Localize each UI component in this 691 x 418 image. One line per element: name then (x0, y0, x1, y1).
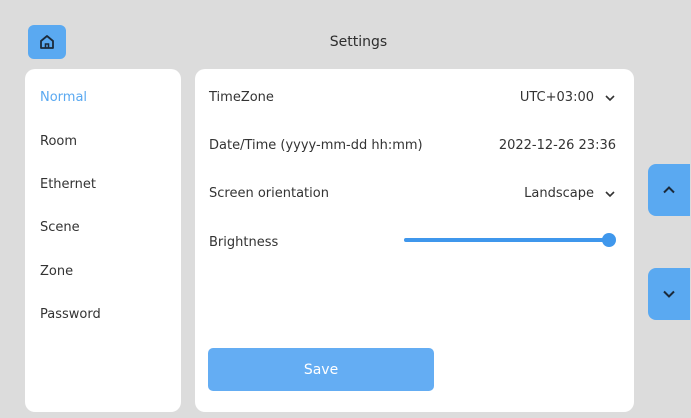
sidebar-item-ethernet[interactable]: Ethernet (40, 177, 96, 193)
brightness-slider[interactable] (404, 233, 616, 247)
timezone-value: UTC+03:00 (519, 90, 594, 105)
orientation-label: Screen orientation (209, 186, 329, 201)
orientation-select[interactable]: Landscape (524, 186, 616, 202)
scroll-up-button[interactable] (648, 164, 690, 216)
sidebar-item-room[interactable]: Room (40, 134, 77, 150)
timezone-select[interactable]: UTC+03:00 (520, 90, 616, 106)
page-title: Settings (329, 34, 388, 50)
datetime-field[interactable]: 2022-12-26 23:36 (499, 138, 616, 154)
scroll-down-button[interactable] (648, 268, 690, 320)
chevron-up-icon (663, 186, 675, 194)
chevron-down-icon (663, 290, 675, 298)
chevron-down-icon (605, 95, 615, 102)
sidebar-item-zone[interactable]: Zone (40, 264, 73, 280)
datetime-label: Date/Time (yyyy-mm-dd hh:mm) (209, 138, 423, 153)
datetime-value: 2022-12-26 23:36 (498, 138, 616, 153)
chevron-down-icon (605, 191, 615, 198)
orientation-value: Landscape (524, 186, 594, 201)
sidebar: Normal Room Ethernet Scene Zone Password (25, 69, 181, 412)
sidebar-item-password[interactable]: Password (40, 307, 101, 323)
save-button[interactable]: Save (208, 348, 434, 391)
timezone-label: TimeZone (209, 90, 274, 105)
slider-thumb[interactable] (602, 233, 616, 247)
sidebar-item-scene[interactable]: Scene (40, 220, 80, 236)
sidebar-item-normal[interactable]: Normal (40, 90, 87, 106)
settings-panel: TimeZone UTC+03:00 Date/Time (yyyy-mm-dd… (195, 69, 634, 412)
slider-fill (404, 238, 609, 242)
brightness-label: Brightness (209, 235, 279, 250)
